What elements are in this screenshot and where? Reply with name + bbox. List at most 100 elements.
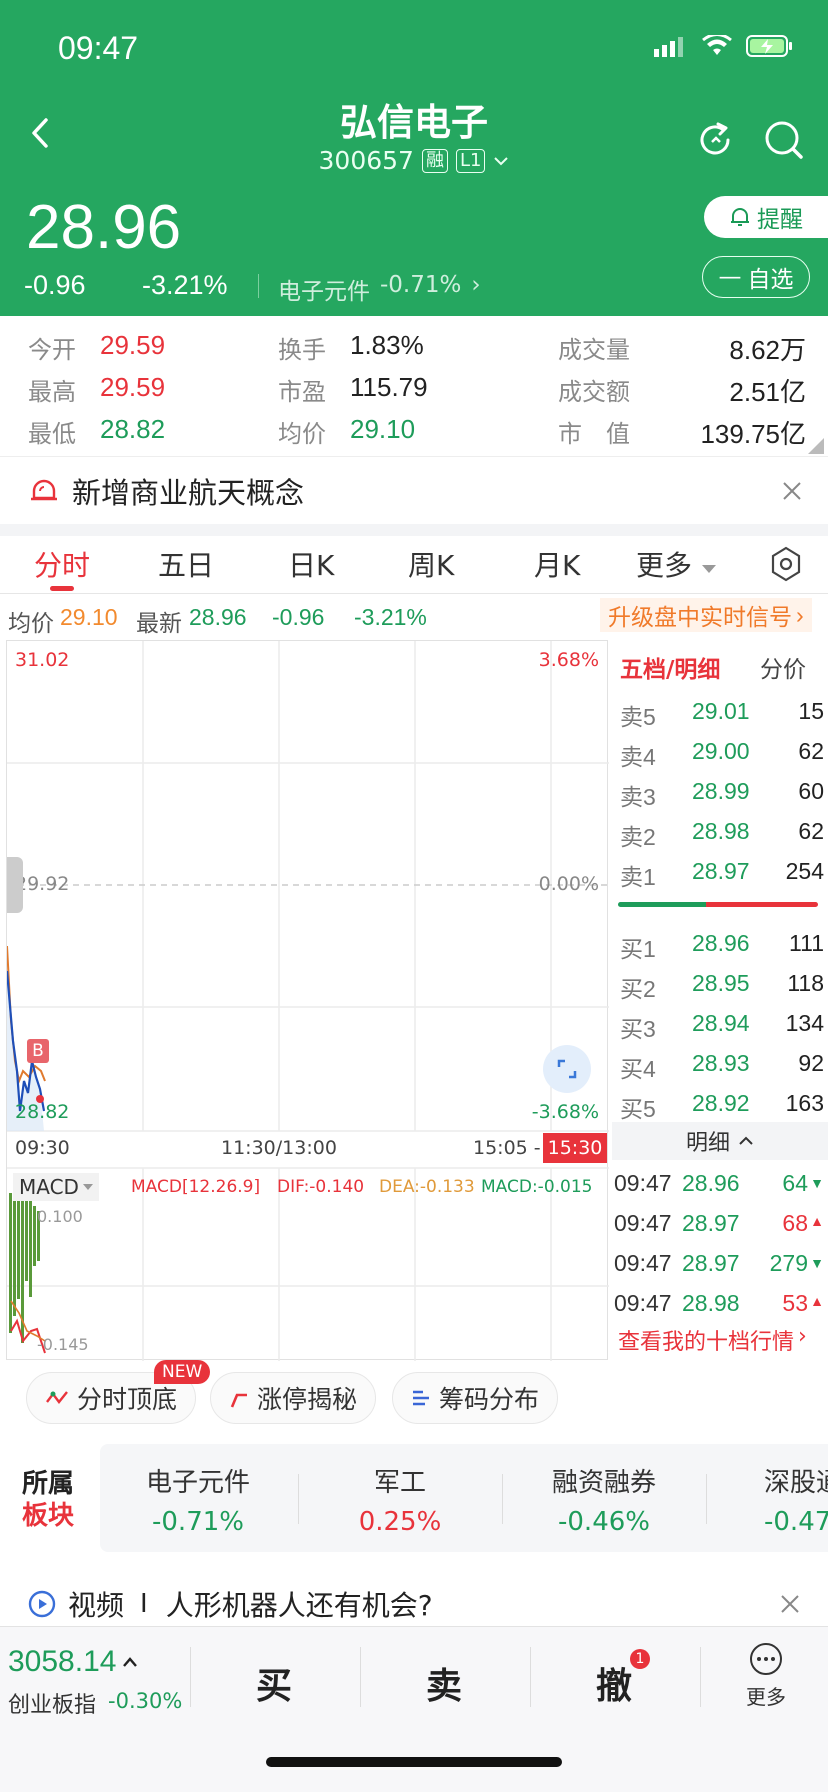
sector-card[interactable]: 深股通 -0.47	[764, 1462, 828, 1537]
mcap-label: 市 值	[558, 420, 630, 448]
divider	[502, 1474, 503, 1524]
arrow-down-icon: ▼	[810, 1175, 824, 1191]
pill-label: 筹码分布	[439, 1385, 540, 1414]
bottom-trade-bar: 3058.14 创业板指 -0.30% 买 卖 撤 1 更多	[0, 1626, 828, 1792]
sector-card[interactable]: 融资融券 -0.46%	[504, 1462, 704, 1537]
buy-signal-marker: B	[27, 1039, 49, 1063]
cancel-badge: 1	[630, 1649, 650, 1669]
sectors-title-1: 所属	[22, 1469, 75, 1499]
buy-button[interactable]: 买	[256, 1657, 292, 1709]
remind-button[interactable]: 提醒	[704, 196, 828, 238]
chart-grid	[7, 641, 609, 1361]
search-icon[interactable]	[762, 118, 806, 162]
remind-label: 提醒	[757, 207, 803, 233]
close-icon[interactable]	[782, 481, 802, 501]
upgrade-label: 升级盘中实时信号	[608, 604, 792, 630]
tab-daily-k[interactable]: 日K	[288, 544, 334, 584]
index-name: 创业板指	[8, 1693, 97, 1718]
sector-name: 融资融券	[551, 1468, 656, 1498]
signal-icon	[654, 37, 683, 57]
bid-row: 买4 28.93 92	[620, 1050, 824, 1082]
tab-timeshare[interactable]: 分时	[34, 544, 90, 584]
banner-text: 新增商业航天概念	[72, 475, 305, 510]
close-icon[interactable]	[780, 1594, 800, 1614]
mcap-value: 139.75亿	[700, 419, 806, 449]
info-last-value: 28.96	[189, 604, 247, 630]
feature-limit-up[interactable]: 涨停揭秘	[210, 1372, 377, 1424]
y-mid-label: 29.92	[15, 873, 70, 895]
volume-value: 8.62万	[729, 335, 806, 365]
margin-tag: 融	[421, 148, 448, 173]
industry-change: -0.71%	[380, 272, 462, 298]
chevron-down-icon	[494, 156, 509, 165]
tab-more[interactable]: 更多	[636, 544, 717, 584]
sector-card[interactable]: 军工 0.25%	[300, 1462, 500, 1537]
bid-row: 买3 28.94 134	[620, 1010, 824, 1042]
refresh-icon[interactable]	[694, 118, 738, 162]
feature-chip-distribution[interactable]: 筹码分布	[392, 1372, 559, 1424]
new-badge: NEW	[154, 1360, 211, 1384]
price-change: -0.96	[24, 270, 86, 300]
bid-ask-ratio-bar	[618, 902, 818, 907]
avg-value: 29.10	[350, 414, 416, 444]
info-change-pct: -3.21%	[354, 604, 427, 630]
stock-header: 09:47 弘信电子 300657 融 L1 28.96 -0.96 -3.21…	[0, 0, 828, 316]
ask-row: 卖4 29.00 62	[620, 738, 824, 770]
sector-card[interactable]: 电子元件 -0.71%	[100, 1462, 296, 1537]
chevron-up-icon	[123, 1657, 138, 1667]
more-button[interactable]: 更多	[740, 1641, 792, 1710]
settings-hexagon-icon[interactable]	[770, 546, 802, 582]
macd-selector-label: MACD	[19, 1175, 79, 1199]
amount-label: 成交额	[558, 378, 630, 406]
chart-tabs: 分时 五日 日K 周K 月K 更多	[0, 536, 828, 594]
sell-button[interactable]: 卖	[426, 1657, 462, 1709]
tab-5day[interactable]: 五日	[158, 544, 214, 584]
macd-selector[interactable]: MACD	[13, 1173, 99, 1201]
high-label: 最高	[28, 378, 76, 406]
quote-stats: 今开 29.59 最高 29.59 最低 28.82 换手 1.83% 市盈 1…	[0, 316, 828, 456]
low-label: 最低	[28, 420, 76, 448]
industry-link[interactable]: 电子元件 -0.71% ›	[278, 272, 481, 306]
fullscreen-button[interactable]	[543, 1045, 591, 1093]
ask-row: 卖1 28.97 254	[620, 858, 824, 890]
triangle-down-icon	[82, 1184, 93, 1190]
pill-label: 分时顶底	[77, 1385, 178, 1414]
ten-level-link[interactable]: 查看我的十档行情 ›	[618, 1324, 807, 1356]
sectors-title-2: 板块	[22, 1501, 75, 1531]
info-change: -0.96	[272, 604, 325, 630]
cancel-order-button[interactable]: 撤	[596, 1657, 632, 1709]
trend-zigzag-icon	[46, 1391, 68, 1404]
macd-dea: DEA:-0.133	[379, 1177, 475, 1197]
watch-label: 自选	[747, 267, 794, 293]
detail-toggle[interactable]: 明细	[612, 1122, 828, 1160]
divider	[700, 1647, 701, 1707]
ask-row: 卖3 28.99 60	[620, 778, 824, 810]
section-gap	[0, 524, 828, 536]
upgrade-signal-button[interactable]: 升级盘中实时信号 ›	[600, 598, 812, 632]
add-watchlist-button[interactable]: — 自选	[702, 256, 810, 298]
turnover-label: 换手	[278, 336, 326, 364]
bars-list-icon	[413, 1390, 429, 1406]
side-drawer-handle[interactable]	[7, 857, 23, 913]
bell-icon	[731, 208, 749, 226]
expand-corner-icon[interactable]	[808, 438, 824, 454]
chevron-right-icon: ›	[798, 1324, 807, 1349]
battery-charging-icon	[746, 35, 792, 57]
tick-row: 09:47 28.98 53 ▲	[614, 1290, 824, 1316]
tab-indicator	[50, 586, 74, 591]
info-avg-label: 均价	[8, 610, 54, 636]
tab-monthly-k[interactable]: 月K	[534, 544, 580, 584]
tab-weekly-k[interactable]: 周K	[408, 544, 454, 584]
macd-bottom-label: -0.145	[37, 1335, 89, 1354]
video-label: 视频	[68, 1589, 125, 1622]
news-banner[interactable]: 新增商业航天概念	[0, 456, 828, 524]
index-ticker[interactable]: 3058.14	[8, 1645, 138, 1679]
tab-orderbook[interactable]: 五档/明细	[620, 650, 720, 684]
alarm-bell-icon	[31, 479, 57, 500]
info-last-label: 最新	[136, 610, 182, 636]
intraday-chart[interactable]: 31.02 3.68% 29.92 0.00% 28.82 -3.68% B 0…	[6, 640, 609, 1361]
stock-code: 300657	[318, 146, 414, 175]
video-title: 人形机器人还有机会?	[165, 1589, 433, 1622]
tab-price-dist[interactable]: 分价	[760, 650, 806, 684]
step-line-icon	[230, 1393, 247, 1408]
